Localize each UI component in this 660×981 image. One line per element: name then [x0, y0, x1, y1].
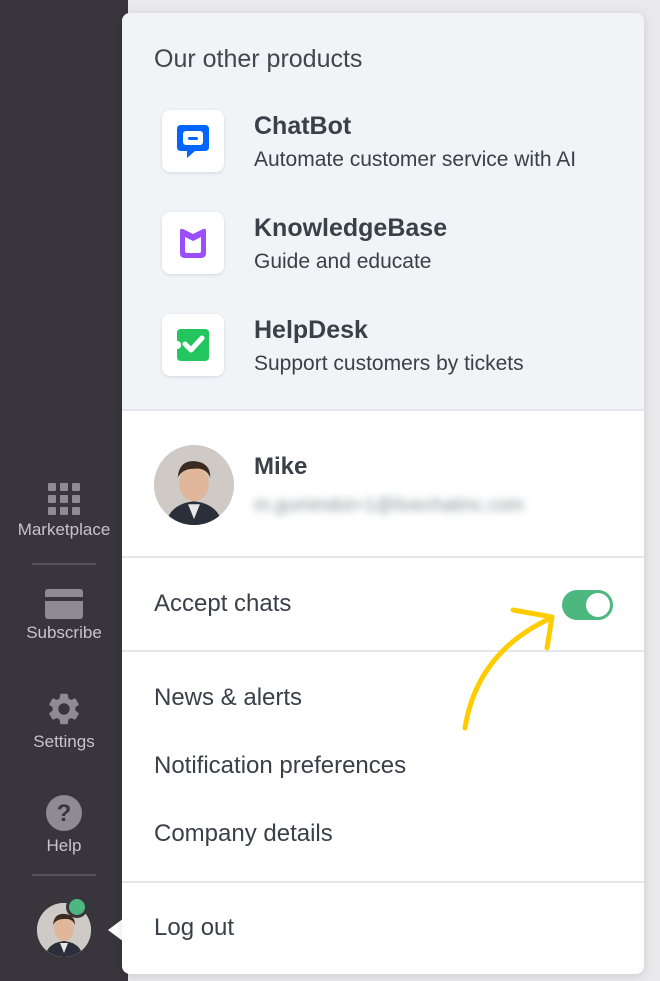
accept-chats-row: Accept chats [122, 558, 644, 652]
sidebar-divider [32, 874, 96, 876]
knowledgebase-logo-icon [180, 228, 206, 258]
sidebar-item-label: Settings [33, 732, 95, 751]
user-name: Mike [254, 453, 308, 480]
product-name: HelpDesk [254, 316, 368, 344]
toggle-knob [586, 593, 610, 617]
other-products-section: Our other products ChatBot Automate cust… [122, 13, 644, 411]
user-profile[interactable]: Mike m.gumindot+1@livechatinc.com [122, 411, 644, 558]
svg-text:?: ? [57, 800, 72, 827]
account-menu: Our other products ChatBot Automate cust… [122, 13, 644, 974]
notification-preferences-link[interactable]: Notification preferences [154, 752, 406, 780]
sidebar-item-label: Help [46, 836, 82, 855]
product-helpdesk[interactable]: HelpDesk Support customers by tickets [162, 314, 632, 378]
logout-section: Log out [122, 881, 644, 974]
avatar [154, 445, 234, 525]
gear-icon [49, 693, 79, 725]
question-icon: ? [46, 795, 82, 831]
news-alerts-link[interactable]: News & alerts [154, 684, 302, 712]
product-description: Automate customer service with AI [254, 148, 577, 171]
card-icon [45, 589, 83, 619]
products-title: Our other products [154, 45, 363, 73]
company-details-link[interactable]: Company details [154, 820, 333, 848]
helpdesk-logo-icon [177, 329, 209, 361]
sidebar-item-marketplace[interactable]: Marketplace [0, 482, 128, 540]
grid-icon [48, 483, 80, 515]
user-photo [154, 445, 234, 525]
accept-chats-toggle[interactable] [562, 590, 613, 620]
online-status-dot [66, 896, 88, 918]
product-name: KnowledgeBase [254, 214, 448, 242]
logout-button[interactable]: Log out [154, 914, 234, 942]
product-knowledgebase[interactable]: KnowledgeBase Guide and educate [162, 212, 632, 276]
product-tile [162, 314, 224, 376]
accept-chats-label: Accept chats [154, 590, 292, 617]
product-tile [162, 110, 224, 172]
sidebar-divider [32, 563, 96, 565]
sidebar-item-help[interactable]: ? Help [0, 794, 128, 856]
product-description: Guide and educate [254, 250, 432, 273]
product-name: ChatBot [254, 112, 352, 140]
product-chatbot[interactable]: ChatBot Automate customer service with A… [162, 110, 632, 174]
sidebar-item-settings[interactable]: Settings [0, 690, 128, 752]
chatbot-logo-icon [177, 125, 209, 158]
annotation-arrow-icon [462, 607, 555, 731]
sidebar-item-label: Marketplace [17, 520, 111, 539]
sidebar: Marketplace Subscribe Settings ? Help [0, 0, 128, 981]
sidebar-item-subscribe[interactable]: Subscribe [0, 589, 128, 643]
product-description: Support customers by tickets [254, 352, 524, 375]
user-email: m.gumindot+1@livechatinc.com [254, 495, 525, 516]
sidebar-item-label: Subscribe [26, 623, 102, 642]
product-tile [162, 212, 224, 274]
